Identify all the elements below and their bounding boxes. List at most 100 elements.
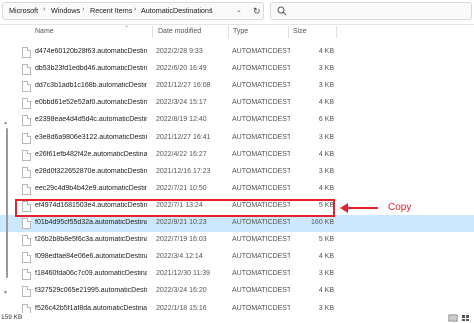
file-size: 5 KB (318, 236, 334, 244)
table-row[interactable]: dd7c3b1adb1c168b.automaticDestinations-m… (0, 78, 474, 95)
table-row[interactable]: f098edfae84e06e6.automaticDestinations-m… (0, 249, 474, 266)
date-modified: 2022/2/28 9:33 (156, 48, 203, 55)
file-size: 3 KB (318, 65, 334, 73)
table-row[interactable]: e28d0f322652870e.automaticDestinations-m… (0, 164, 474, 181)
file-type: AUTOMATICDESTI... (232, 184, 290, 192)
table-row[interactable]: db53b23fd1edbd46.automaticDestinations-m… (0, 61, 474, 78)
date-modified: 2021/12/16 17:23 (156, 167, 211, 175)
file-size: 4 KB (318, 48, 334, 55)
file-type: AUTOMATICDESTI... (232, 82, 290, 90)
breadcrumb[interactable]: Microsoft › Windows › Recent Items › Aut… (2, 2, 264, 20)
file-type: AUTOMATICDESTI... (232, 48, 290, 55)
file-type: AUTOMATICDESTI... (232, 133, 290, 141)
table-row[interactable]: f327529c065e21995.automaticDestinations-… (0, 283, 474, 300)
breadcrumb-item-recent-items[interactable]: Recent Items (90, 6, 132, 15)
file-icon (22, 235, 31, 247)
column-header-row: ⌃ Name Date modified Type Size (0, 25, 474, 39)
file-type: AUTOMATICDESTI... (232, 116, 290, 124)
file-size: 3 KB (318, 133, 334, 141)
table-row[interactable]: f18460fda06c7c09.automaticDestinations-m… (0, 266, 474, 283)
file-name: f01b4d95cf55d32a.automaticDestinations-m… (35, 219, 147, 226)
chevron-right-icon: › (43, 6, 46, 13)
file-size: 3 KB (318, 167, 334, 175)
file-name: eec29c4d9b4b42e9.automaticDestinations-m… (35, 184, 147, 192)
file-name: e3e8d6a9806e3122.automaticDestinations-m… (35, 133, 147, 141)
table-row[interactable]: f01b4d95cf55d32a.automaticDestinations-m… (0, 215, 474, 232)
arrow-line (346, 207, 378, 209)
view-toggle-icon[interactable] (448, 314, 472, 322)
file-icon (22, 81, 31, 93)
date-modified: 2022/7/21 10:50 (156, 184, 207, 192)
column-header-size[interactable]: Size (293, 28, 307, 35)
table-row[interactable]: e26f61efb482f42e.automaticDestinations-m… (0, 147, 474, 164)
file-name: e0bbd61e52e52af0.automaticDestinations-m… (35, 99, 147, 107)
file-size: 3 KB (318, 82, 334, 90)
file-name: e26f61efb482f42e.automaticDestinations-m… (35, 150, 147, 158)
file-icon (22, 115, 31, 127)
copy-annotation: Copy (388, 202, 412, 213)
file-icon (22, 269, 31, 281)
address-bar: Microsoft › Windows › Recent Items › Aut… (0, 0, 474, 22)
file-name: db53b23fd1edbd46.automaticDestinations-m… (35, 65, 147, 73)
date-modified: 2022/3/24 16:20 (156, 287, 207, 295)
table-row[interactable]: eec29c4d9b4b42e9.automaticDestinations-m… (0, 181, 474, 198)
file-type: AUTOMATICDESTI... (232, 270, 290, 278)
file-size: 4 KB (318, 287, 334, 295)
sort-arrow-icon: ⌃ (124, 26, 130, 32)
column-divider[interactable] (152, 26, 153, 38)
file-size: 4 KB (318, 253, 334, 261)
column-header-name[interactable]: Name (35, 28, 54, 35)
chevron-right-icon: › (210, 6, 213, 13)
file-size: 4 KB (318, 184, 334, 192)
date-modified: 2022/9/21 10:23 (156, 219, 207, 226)
scrollbar-thumb[interactable] (6, 128, 8, 278)
file-type: AUTOMATICDESTI... (232, 65, 290, 73)
table-row[interactable]: e2398eae4d4d5d4c.automaticDestinations-m… (0, 112, 474, 129)
file-type: AUTOMATICDESTI... (232, 150, 290, 158)
file-type: AUTOMATICDESTI... (232, 167, 290, 175)
column-header-date-modified[interactable]: Date modified (158, 28, 201, 35)
date-modified: 2022/6/20 16:49 (156, 65, 207, 73)
file-name: e2398eae4d4d5d4c.automaticDestinations-m… (35, 116, 147, 124)
date-modified: 2022/7/19 16:03 (156, 236, 207, 244)
chevron-down-icon[interactable]: ⌄ (236, 6, 242, 14)
file-size: 160 KB (311, 219, 334, 226)
file-size: 3 KB (318, 304, 334, 312)
table-row[interactable]: d474e60120b28f63.automaticDestinations-m… (0, 44, 474, 61)
breadcrumb-item-automaticdestinations[interactable]: AutomaticDestinations (141, 6, 213, 15)
file-name: f327529c065e21995.automaticDestinations-… (35, 287, 147, 295)
breadcrumb-item-microsoft[interactable]: Microsoft (9, 6, 38, 15)
column-divider[interactable] (336, 26, 337, 38)
file-name: f526c42b5f1af8da.automaticDestinations-m… (35, 304, 147, 312)
table-row[interactable]: f26b2b8b8e5f6c3a.automaticDestinations-m… (0, 232, 474, 249)
file-type: AUTOMATICDESTI... (232, 253, 290, 261)
file-icon (22, 166, 31, 178)
file-type: AUTOMATICDESTI... (232, 99, 290, 107)
file-name: f098edfae84e06e6.automaticDestinations-m… (35, 253, 147, 261)
scroll-down-icon[interactable]: ▼ (3, 290, 8, 296)
file-icon (22, 98, 31, 110)
chevron-right-icon: › (82, 6, 85, 13)
refresh-icon[interactable]: ↻ (253, 6, 261, 17)
table-row[interactable]: e0bbd61e52e52af0.automaticDestinations-m… (0, 95, 474, 112)
file-size: 6 KB (318, 116, 334, 124)
search-icon (277, 6, 287, 16)
search-input[interactable] (270, 2, 472, 20)
breadcrumb-item-windows[interactable]: Windows (51, 6, 80, 15)
date-modified: 2022/3/4 12:14 (156, 253, 203, 261)
file-icon (22, 132, 31, 144)
file-size: 3 KB (318, 270, 334, 278)
column-divider[interactable] (288, 26, 289, 38)
file-icon (22, 149, 31, 161)
file-name: f26b2b8b8e5f6c3a.automaticDestinations-m… (35, 236, 147, 244)
table-row[interactable]: e3e8d6a9806e3122.automaticDestinations-m… (0, 130, 474, 147)
date-modified: 2022/8/19 12:40 (156, 116, 207, 124)
file-type: AUTOMATICDESTI... (232, 287, 290, 295)
status-bar: 159 KB (0, 313, 474, 323)
column-header-type[interactable]: Type (233, 28, 248, 35)
file-icon (22, 252, 31, 264)
column-divider[interactable] (228, 26, 229, 38)
date-modified: 2022/4/22 16:27 (156, 150, 207, 158)
file-icon (22, 183, 31, 195)
scroll-up-icon[interactable]: ▲ (3, 120, 8, 126)
